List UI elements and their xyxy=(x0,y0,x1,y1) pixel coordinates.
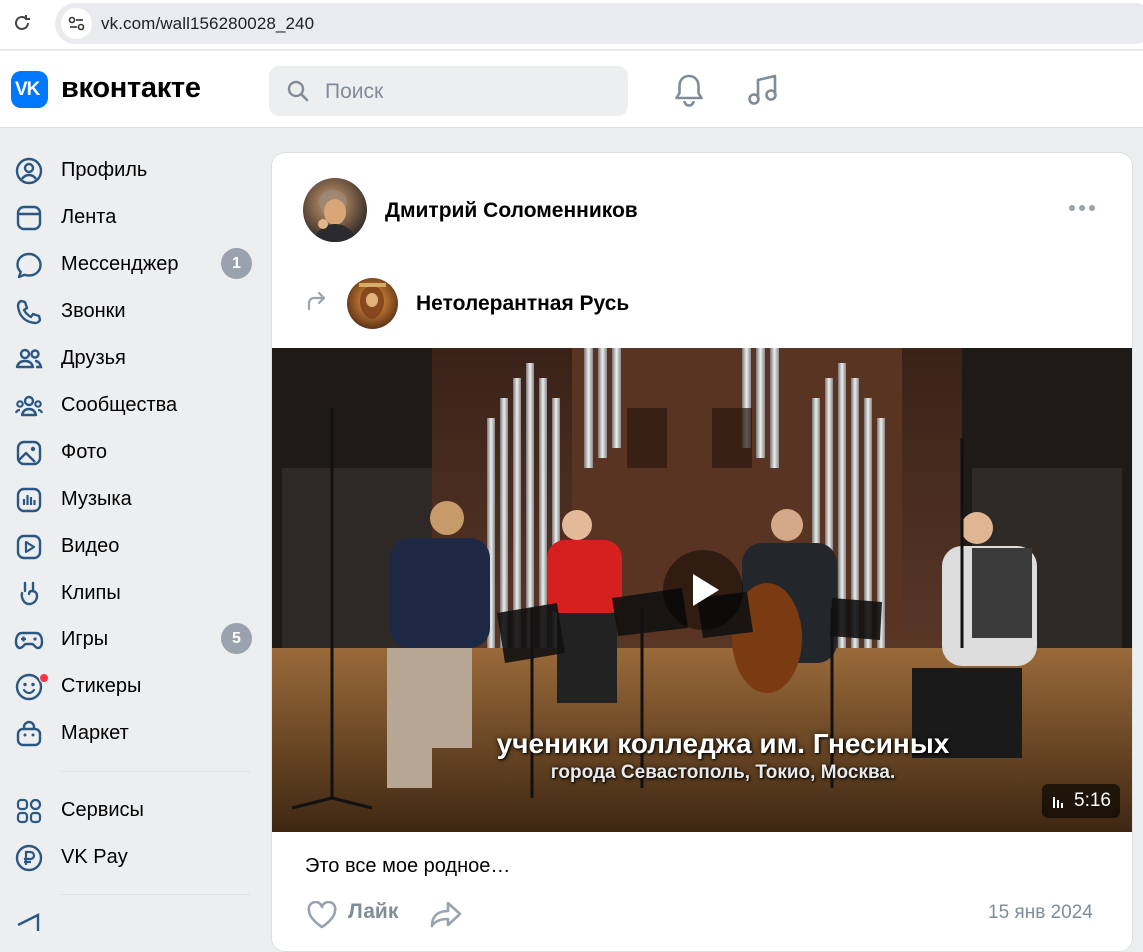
sidebar-item-market[interactable]: Маркет xyxy=(0,713,260,753)
search-input[interactable]: Поиск xyxy=(269,66,628,116)
sidebar-item-friends[interactable]: Друзья xyxy=(0,338,260,378)
sidebar-item-calls[interactable]: Звонки xyxy=(0,291,260,331)
sidebar-item-label: Музыка xyxy=(61,488,132,510)
sidebar-item-label: Сервисы xyxy=(61,799,144,821)
vk-header: VK вконтакте Поиск xyxy=(0,51,1143,128)
video-player[interactable]: ученики колледжа им. Гнесиных города Сев… xyxy=(272,348,1132,832)
video-icon xyxy=(16,534,42,560)
post-date[interactable]: 15 янв 2024 xyxy=(988,902,1093,924)
sidebar-item-clips[interactable]: Клипы xyxy=(0,573,260,613)
play-icon xyxy=(693,574,719,606)
sidebar-item-vkpay[interactable]: VK Pay xyxy=(0,837,260,877)
video-caption-line2: города Севастополь, Токио, Москва. xyxy=(550,762,896,783)
new-stickers-indicator xyxy=(39,673,49,683)
phone-icon xyxy=(16,299,42,325)
sidebar-item-label: Стикеры xyxy=(61,675,142,697)
sidebar-item-profile[interactable]: Профиль xyxy=(0,150,260,190)
games-badge: 5 xyxy=(221,623,252,654)
like-button[interactable]: Лайк xyxy=(348,900,398,924)
play-button[interactable] xyxy=(663,550,743,630)
sidebar-item-communities[interactable]: Сообщества xyxy=(0,385,260,425)
sidebar-item-video[interactable]: Видео xyxy=(0,526,260,566)
sidebar-item-games[interactable]: Игры 5 xyxy=(0,619,260,659)
share-icon[interactable] xyxy=(429,899,463,929)
profile-icon xyxy=(15,157,43,185)
vkpay-icon xyxy=(15,844,43,872)
sidebar-item-feed[interactable]: Лента xyxy=(0,197,260,237)
unread-badge: 1 xyxy=(221,248,252,279)
games-icon xyxy=(14,631,44,650)
sidebar-item-label: Друзья xyxy=(61,347,126,369)
sidebar-item-label: Видео xyxy=(61,535,120,557)
sidebar-item-label: Лента xyxy=(61,206,117,228)
repost-source-name[interactable]: Нетолерантная Русь xyxy=(416,292,629,316)
sidebar-item-label: Игры xyxy=(61,628,109,650)
post-card: Дмитрий Соломенников Нетолерантная Русь xyxy=(271,152,1133,952)
sidebar-item-label: Фото xyxy=(61,441,107,463)
logo-text[interactable]: вконтакте xyxy=(61,72,201,105)
video-caption-line1: ученики колледжа им. Гнесиных xyxy=(496,728,950,759)
heart-icon[interactable] xyxy=(306,901,338,929)
group-avatar[interactable] xyxy=(347,278,398,329)
more-sidebar-icon[interactable] xyxy=(14,911,44,931)
search-icon xyxy=(287,80,309,102)
photo-icon xyxy=(16,440,42,466)
video-duration: 5:16 xyxy=(1074,790,1111,811)
author-avatar[interactable] xyxy=(303,178,367,242)
sidebar-item-photo[interactable]: Фото xyxy=(0,432,260,472)
site-settings-icon[interactable] xyxy=(61,8,92,39)
messenger-icon xyxy=(16,252,42,279)
music-icon xyxy=(16,487,42,513)
market-icon xyxy=(16,720,42,747)
sidebar-item-services[interactable]: Сервисы xyxy=(0,790,260,830)
sidebar-item-music[interactable]: Музыка xyxy=(0,479,260,519)
sidebar-item-label: Маркет xyxy=(61,722,129,744)
services-icon xyxy=(16,798,42,824)
search-placeholder: Поиск xyxy=(325,80,384,103)
music-note-icon[interactable] xyxy=(745,72,781,108)
video-duration-badge: 5:16 xyxy=(1042,784,1120,818)
communities-icon xyxy=(14,395,44,417)
sidebar-item-label: Мессенджер xyxy=(61,253,179,275)
feed-icon xyxy=(16,205,42,231)
sidebar-item-label: Профиль xyxy=(61,159,148,181)
sidebar-item-messenger[interactable]: Мессенджер 1 xyxy=(0,244,260,284)
sidebar-item-label: Клипы xyxy=(61,582,121,604)
url-text: vk.com/wall156280028_240 xyxy=(101,14,315,33)
post-text: Это все мое родное… xyxy=(305,855,511,877)
sidebar-item-label: Сообщества xyxy=(61,394,178,416)
url-field[interactable]: vk.com/wall156280028_240 xyxy=(55,3,1143,44)
sidebar-divider xyxy=(61,894,250,895)
sidebar-divider xyxy=(61,771,250,772)
friends-icon xyxy=(15,348,43,369)
logo-mark: VK xyxy=(15,79,40,100)
bell-icon[interactable] xyxy=(672,72,706,108)
reload-icon[interactable] xyxy=(10,11,34,35)
bars-icon xyxy=(1053,797,1063,808)
repost-arrow-icon xyxy=(307,291,326,311)
browser-address-bar: vk.com/wall156280028_240 xyxy=(0,0,1143,50)
sidebar-item-stickers[interactable]: Стикеры xyxy=(0,666,260,706)
sidebar-item-label: VK Pay xyxy=(61,846,128,868)
post-author-name[interactable]: Дмитрий Соломенников xyxy=(385,199,638,223)
vk-logo-icon[interactable]: VK xyxy=(11,71,48,108)
clips-icon xyxy=(20,581,39,606)
more-options-icon[interactable] xyxy=(1068,203,1096,213)
sidebar-item-label: Звонки xyxy=(61,300,126,322)
